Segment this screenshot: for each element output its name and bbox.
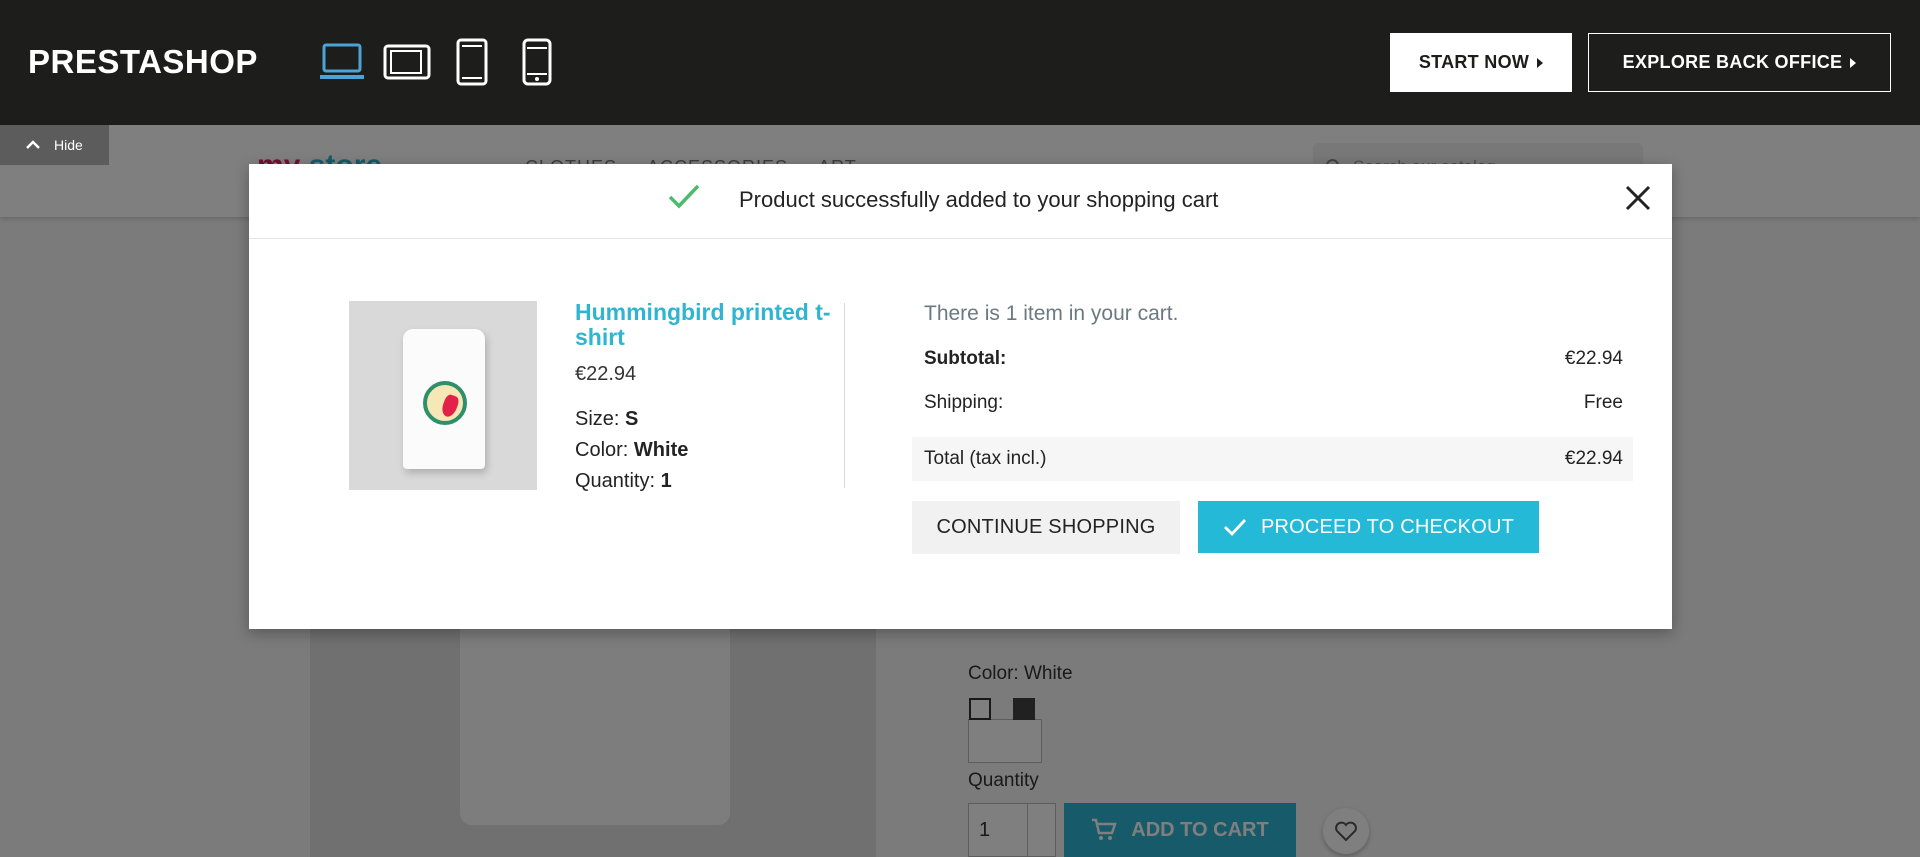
continue-shopping-button[interactable]: CONTINUE SHOPPING [912, 501, 1180, 554]
product-quantity: Quantity: 1 [575, 470, 672, 493]
checkmark-icon [1223, 519, 1246, 537]
product-price: €22.94 [575, 363, 637, 385]
cart-confirmation-modal: Product successfully added to your shopp… [249, 164, 1672, 629]
total-value: €22.94 [1564, 448, 1623, 469]
explore-back-office-button[interactable]: EXPLORE BACK OFFICE [1588, 33, 1891, 92]
product-thumbnail [349, 301, 537, 490]
modal-divider [844, 303, 845, 488]
brand-logo: PRESTASHOP [28, 43, 258, 80]
device-switcher [318, 38, 561, 86]
subtotal-value: €22.94 [1564, 348, 1623, 369]
hummingbird-graphic [439, 393, 461, 419]
product-name: Hummingbird printed t-shirt [575, 299, 831, 350]
proceed-to-checkout-button[interactable]: PROCEED TO CHECKOUT [1198, 501, 1539, 553]
modal-header: Product successfully added to your shopp… [249, 164, 1672, 239]
size-value: S [625, 408, 639, 430]
subtotal-row: Subtotal: €22.94 [912, 337, 1633, 381]
subtotal-label: Subtotal: [924, 348, 1007, 369]
size-label: Size: [575, 408, 620, 430]
quantity-value: 1 [660, 470, 672, 492]
start-now-label: START NOW [1418, 52, 1530, 72]
caret-right-icon [1537, 57, 1544, 68]
cart-item-count: There is 1 item in your cart. [924, 302, 1179, 325]
start-now-button[interactable]: START NOW [1390, 33, 1572, 92]
total-row: Total (tax incl.) €22.94 [912, 437, 1633, 481]
tablet-landscape-icon[interactable] [383, 38, 431, 86]
color-label: Color: [575, 439, 629, 461]
tablet-portrait-icon[interactable] [448, 38, 496, 86]
hide-toolbar-button[interactable]: Hide [0, 125, 109, 165]
product-size: Size: S [575, 408, 638, 431]
demo-topbar: PRESTASHOP START NOW EXPLORE BACK OFFICE [0, 0, 1920, 125]
close-icon[interactable] [1621, 181, 1655, 215]
shipping-value: Free [1583, 392, 1623, 413]
quantity-label: Quantity: [575, 470, 656, 492]
hide-label: Hide [54, 137, 83, 153]
modal-title: Product successfully added to your shopp… [739, 187, 1219, 212]
total-label: Total (tax incl.) [924, 448, 1047, 469]
thumb-shirt [403, 329, 485, 469]
mobile-icon[interactable] [513, 38, 561, 86]
checkmark-icon [668, 184, 700, 209]
thumb-print [423, 381, 467, 425]
shipping-row: Shipping: Free [912, 381, 1633, 425]
explore-back-office-label: EXPLORE BACK OFFICE [1622, 52, 1843, 72]
chevron-up-icon [26, 140, 40, 149]
shipping-label: Shipping: [924, 392, 1004, 413]
checkout-label: PROCEED TO CHECKOUT [1260, 515, 1515, 538]
color-value: White [633, 439, 689, 461]
product-color: Color: White [575, 439, 688, 462]
caret-right-icon [1850, 57, 1857, 68]
laptop-icon[interactable] [318, 38, 366, 86]
